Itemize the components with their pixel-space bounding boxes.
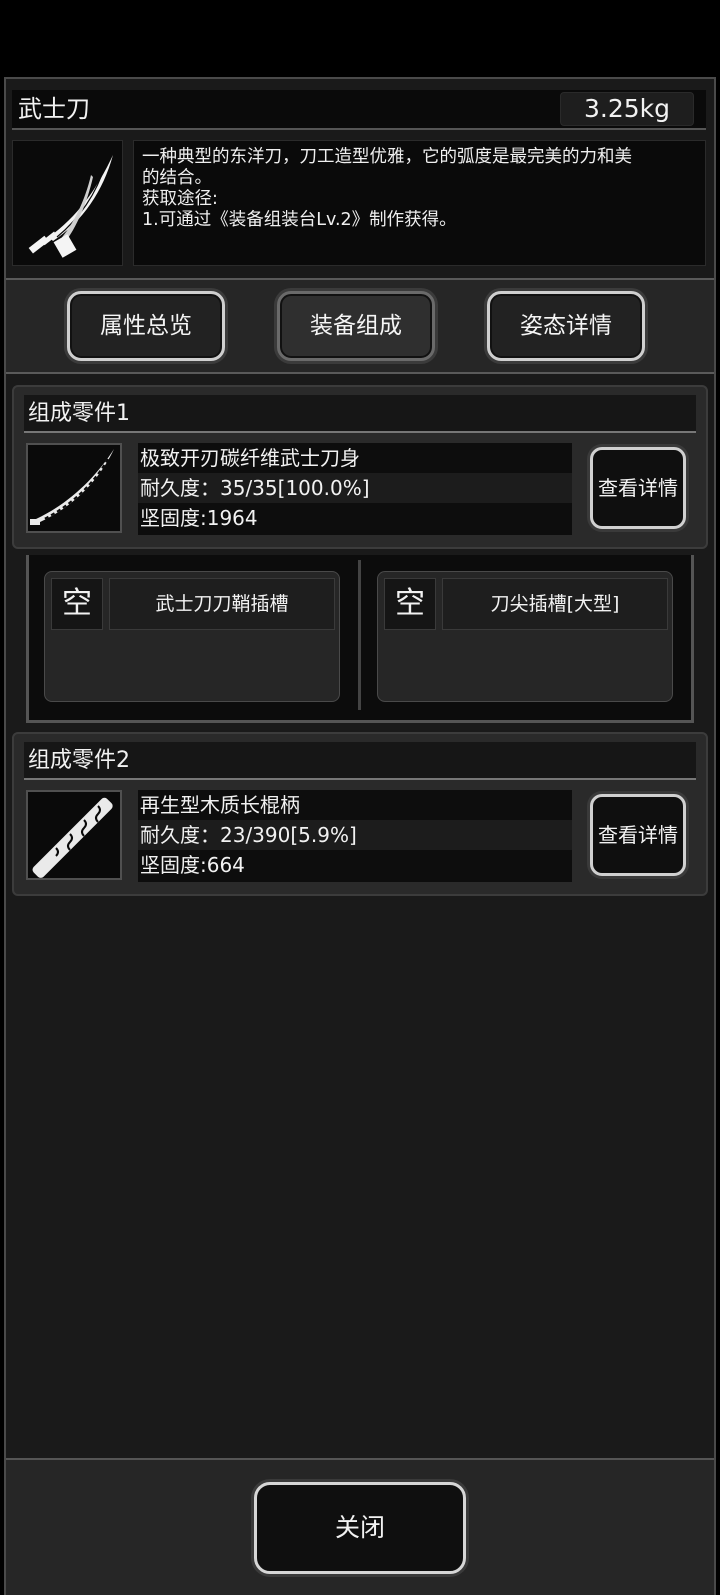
tab-attributes[interactable]: 属性总览	[67, 291, 225, 361]
item-icon-frame	[12, 140, 123, 266]
divider	[6, 372, 714, 374]
part-thumbnail	[26, 443, 122, 533]
description-line: 一种典型的东洋刀，刀工造型优雅，它的弧度是最完美的力和美	[142, 147, 632, 167]
item-title-bar: 武士刀 3.25kg	[12, 90, 706, 130]
part-info: 再生型木质长棍柄 耐久度：23/390[5.9%] 坚固度:664	[138, 790, 572, 882]
tab-posture[interactable]: 姿态详情	[487, 291, 645, 361]
part-hardness: 坚固度:1964	[140, 506, 258, 530]
slot-label: 武士刀刀鞘插槽	[109, 578, 335, 630]
slot-separator	[358, 560, 361, 710]
slot-sheath[interactable]: 空 武士刀刀鞘插槽	[44, 571, 340, 702]
slot-empty-indicator: 空	[384, 578, 436, 630]
tab-composition[interactable]: 装备组成	[277, 291, 435, 361]
slot-label: 刀尖插槽[大型]	[442, 578, 668, 630]
item-weight: 3.25kg	[560, 92, 694, 126]
item-name: 武士刀	[18, 95, 90, 123]
view-details-button[interactable]: 查看详情	[590, 794, 686, 876]
item-description: 一种典型的东洋刀，刀工造型优雅，它的弧度是最完美的力和美 的结合。 获取途径: …	[133, 140, 706, 266]
description-line: 1.可通过《装备组装台Lv.2》制作获得。	[142, 210, 457, 230]
part-durability: 耐久度：35/35[100.0%]	[138, 473, 572, 503]
description-line: 获取途径:	[142, 189, 218, 209]
part-card-2: 组成零件2 再生型木质长棍柄 耐久度：23/390[5.9%] 坚固度:664 …	[12, 732, 708, 896]
part-card-1: 组成零件1 极致开刃碳纤维武士刀身 耐久度：35/35[100.0%] 坚固度:…	[12, 385, 708, 549]
close-button[interactable]: 关闭	[254, 1482, 466, 1574]
part-durability: 耐久度：23/390[5.9%]	[138, 820, 572, 850]
katana-icon	[28, 155, 113, 258]
slot-empty-indicator: 空	[51, 578, 103, 630]
part-name: 再生型木质长棍柄	[140, 793, 300, 817]
part-name: 极致开刃碳纤维武士刀身	[140, 446, 360, 470]
part-info: 极致开刃碳纤维武士刀身 耐久度：35/35[100.0%] 坚固度:1964	[138, 443, 572, 535]
part-title: 组成零件2	[24, 742, 696, 780]
part-title: 组成零件1	[24, 395, 696, 433]
description-line: 的结合。	[142, 168, 212, 188]
part-hardness: 坚固度:664	[140, 853, 245, 877]
part-thumbnail	[26, 790, 122, 880]
wooden-hilt-icon	[32, 797, 113, 878]
slot-tip[interactable]: 空 刀尖插槽[大型]	[377, 571, 673, 702]
view-details-button[interactable]: 查看详情	[590, 447, 686, 529]
blade-icon	[30, 449, 114, 525]
